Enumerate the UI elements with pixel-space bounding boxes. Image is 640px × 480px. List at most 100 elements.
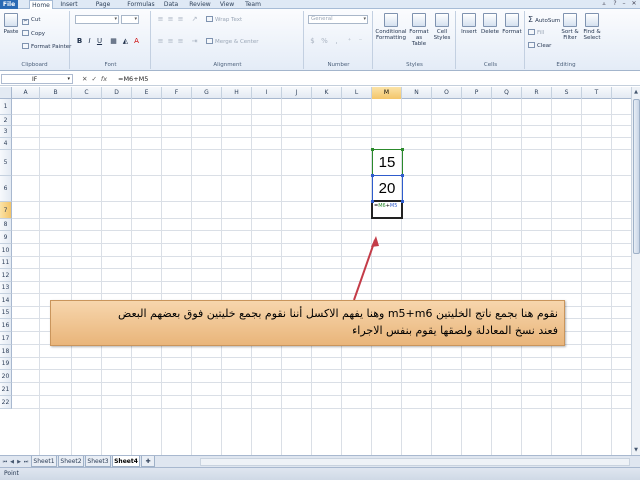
tab-data[interactable]: Data: [160, 0, 182, 9]
cell-m6[interactable]: 20: [372, 176, 402, 202]
copy-button[interactable]: Copy: [22, 30, 45, 38]
column-header-j[interactable]: J: [282, 87, 312, 99]
column-header-s[interactable]: S: [552, 87, 582, 99]
column-header-k[interactable]: K: [312, 87, 342, 99]
column-header-f[interactable]: F: [162, 87, 192, 99]
row-header-5[interactable]: 5: [0, 150, 12, 176]
align-left-icon[interactable]: ≡: [156, 37, 165, 45]
range-resize-handle[interactable]: [401, 200, 404, 203]
insert-sheet-icon[interactable]: ✚: [141, 456, 155, 467]
tab-review[interactable]: Review: [187, 0, 213, 9]
row-header-8[interactable]: 8: [0, 219, 12, 231]
format-painter-button[interactable]: Format Painter: [22, 43, 71, 51]
format-as-table-button[interactable]: Format as Table: [408, 13, 430, 47]
column-header-l[interactable]: L: [342, 87, 372, 99]
align-right-icon[interactable]: ≡: [176, 37, 185, 45]
tab-page-layout[interactable]: Page Layout: [85, 0, 121, 17]
column-header-d[interactable]: D: [102, 87, 132, 99]
find-select-button[interactable]: Find & Select: [582, 13, 602, 41]
column-header-o[interactable]: O: [432, 87, 462, 99]
row-header-22[interactable]: 22: [0, 396, 12, 409]
cell-styles-button[interactable]: Cell Styles: [431, 13, 453, 41]
orientation-icon[interactable]: ↗: [190, 15, 199, 23]
align-middle-icon[interactable]: ≡: [166, 15, 175, 23]
row-header-15[interactable]: 15: [0, 307, 12, 319]
next-sheet-icon[interactable]: ▶: [16, 458, 22, 466]
decrease-decimal-icon[interactable]: ⁻: [356, 37, 365, 45]
formula-input[interactable]: =M6+M5: [118, 74, 618, 84]
range-resize-handle[interactable]: [401, 174, 404, 177]
row-header-1[interactable]: 1: [0, 99, 12, 115]
sheet-tab-1[interactable]: Sheet1: [31, 456, 57, 467]
cancel-icon[interactable]: ✕: [82, 75, 87, 83]
first-sheet-icon[interactable]: ⏮: [2, 458, 8, 466]
range-resize-handle[interactable]: [371, 200, 374, 203]
align-bottom-icon[interactable]: ≡: [176, 15, 185, 23]
comma-button[interactable]: ,: [332, 37, 341, 45]
autosum-button[interactable]: Σ AutoSum: [528, 16, 560, 25]
scroll-down-icon[interactable]: ▼: [632, 445, 640, 455]
cut-button[interactable]: ✂ Cut: [22, 17, 40, 25]
vertical-scroll-thumb[interactable]: [633, 99, 640, 254]
minimize-ribbon-icon[interactable]: ▵: [600, 0, 608, 8]
format-cells-button[interactable]: Format: [501, 13, 523, 35]
column-header-a[interactable]: A: [12, 87, 40, 99]
name-box[interactable]: IF ▾: [1, 74, 73, 84]
column-header-q[interactable]: Q: [492, 87, 522, 99]
italic-button[interactable]: I: [85, 37, 94, 45]
tab-insert[interactable]: Insert: [57, 0, 81, 9]
column-header-i[interactable]: I: [252, 87, 282, 99]
delete-cells-button[interactable]: Delete: [480, 13, 500, 35]
row-header-11[interactable]: 11: [0, 257, 12, 269]
column-header-r[interactable]: R: [522, 87, 552, 99]
row-header-3[interactable]: 3: [0, 126, 12, 138]
column-header-b[interactable]: B: [40, 87, 72, 99]
scroll-up-icon[interactable]: ▲: [632, 87, 640, 97]
row-header-6[interactable]: 6: [0, 176, 12, 202]
currency-button[interactable]: $: [308, 37, 317, 45]
range-resize-handle[interactable]: [401, 148, 404, 151]
column-header-m[interactable]: M: [372, 87, 402, 99]
row-header-14[interactable]: 14: [0, 294, 12, 307]
vertical-scrollbar[interactable]: ▲ ▼: [631, 87, 640, 455]
tab-formulas[interactable]: Formulas: [126, 0, 156, 9]
fill-button[interactable]: Fill: [528, 29, 544, 37]
column-header-e[interactable]: E: [132, 87, 162, 99]
row-header-16[interactable]: 16: [0, 319, 12, 332]
last-sheet-icon[interactable]: ⏭: [23, 458, 29, 466]
fx-icon[interactable]: fx: [101, 75, 107, 83]
insert-cells-button[interactable]: Insert: [459, 13, 479, 35]
align-center-icon[interactable]: ≡: [166, 37, 175, 45]
row-header-12[interactable]: 12: [0, 269, 12, 282]
prev-sheet-icon[interactable]: ◀: [9, 458, 15, 466]
indent-icon[interactable]: ⇥: [190, 37, 199, 45]
row-header-19[interactable]: 19: [0, 358, 12, 370]
column-header-h[interactable]: H: [222, 87, 252, 99]
column-header-g[interactable]: G: [192, 87, 222, 99]
clear-button[interactable]: Clear: [528, 42, 551, 50]
help-icon[interactable]: ?: [611, 0, 619, 8]
underline-button[interactable]: U: [95, 37, 104, 45]
fill-color-button[interactable]: ◭: [121, 37, 130, 45]
tab-team[interactable]: Team: [242, 0, 264, 9]
sheet-tab-2[interactable]: Sheet2: [58, 456, 84, 467]
spreadsheet-grid[interactable]: ABCDEFGHIJKLMNOPQRST 1 2 3 4 5 6 7 8 9 10 11 12 13 14…: [0, 87, 632, 455]
font-size-combo[interactable]: ▾: [121, 15, 139, 24]
cell-m5[interactable]: 15: [372, 150, 402, 176]
row-header-17[interactable]: 17: [0, 332, 12, 345]
row-header-10[interactable]: 10: [0, 244, 12, 257]
column-header-c[interactable]: C: [72, 87, 102, 99]
row-header-13[interactable]: 13: [0, 282, 12, 294]
sheet-tab-3[interactable]: Sheet3: [85, 456, 111, 467]
sheet-tab-4[interactable]: Sheet4: [112, 456, 140, 467]
number-format-combo[interactable]: General ▾: [308, 15, 368, 24]
borders-button[interactable]: ▦: [109, 37, 118, 45]
font-name-combo[interactable]: ▾: [75, 15, 119, 24]
window-minimize-icon[interactable]: –: [620, 0, 628, 8]
row-header-4[interactable]: 4: [0, 138, 12, 150]
paste-button[interactable]: Paste: [2, 13, 20, 35]
horizontal-scrollbar[interactable]: [200, 458, 630, 466]
window-close-icon[interactable]: ✕: [630, 0, 638, 8]
bold-button[interactable]: B: [75, 37, 84, 45]
column-header-p[interactable]: P: [462, 87, 492, 99]
